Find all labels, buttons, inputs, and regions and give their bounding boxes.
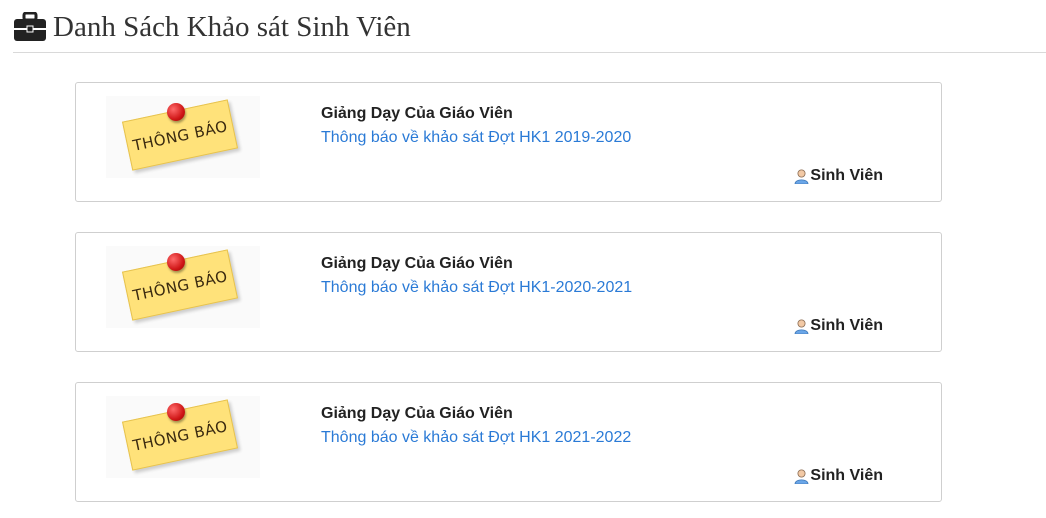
role-label: Sinh Viên [810,317,883,334]
notice-label: THÔNG BÁO [131,417,230,455]
survey-role: Sinh Viên [794,167,883,185]
pushpin-icon [167,103,185,121]
notice-label: THÔNG BÁO [131,117,230,155]
survey-title: Giảng Dạy Của Giáo Viên [321,105,513,122]
pushpin-icon [167,253,185,271]
notice-thumbnail: THÔNG BÁO [106,396,260,478]
survey-link[interactable]: Thông báo về khảo sát Đợt HK1-2020-2021 [321,279,632,297]
survey-role: Sinh Viên [794,317,883,335]
survey-title: Giảng Dạy Của Giáo Viên [321,255,513,272]
survey-card: THÔNG BÁO Giảng Dạy Của Giáo Viên Thông … [75,232,942,352]
user-icon [794,169,809,184]
role-label: Sinh Viên [810,167,883,184]
survey-role: Sinh Viên [794,467,883,485]
briefcase-icon [14,12,46,41]
survey-card: THÔNG BÁO Giảng Dạy Của Giáo Viên Thông … [75,82,942,202]
user-icon [794,469,809,484]
notice-thumbnail: THÔNG BÁO [106,246,260,328]
survey-title: Giảng Dạy Của Giáo Viên [321,405,513,422]
pushpin-icon [167,403,185,421]
survey-link[interactable]: Thông báo về khảo sát Đợt HK1 2019-2020 [321,129,631,147]
notice-label: THÔNG BÁO [131,267,230,305]
page-header: Danh Sách Khảo sát Sinh Viên [13,6,1046,53]
page-title: Danh Sách Khảo sát Sinh Viên [53,11,411,43]
notice-thumbnail: THÔNG BÁO [106,96,260,178]
user-icon [794,319,809,334]
survey-card: THÔNG BÁO Giảng Dạy Của Giáo Viên Thông … [75,382,942,502]
survey-link[interactable]: Thông báo về khảo sát Đợt HK1 2021-2022 [321,429,631,447]
role-label: Sinh Viên [810,467,883,484]
